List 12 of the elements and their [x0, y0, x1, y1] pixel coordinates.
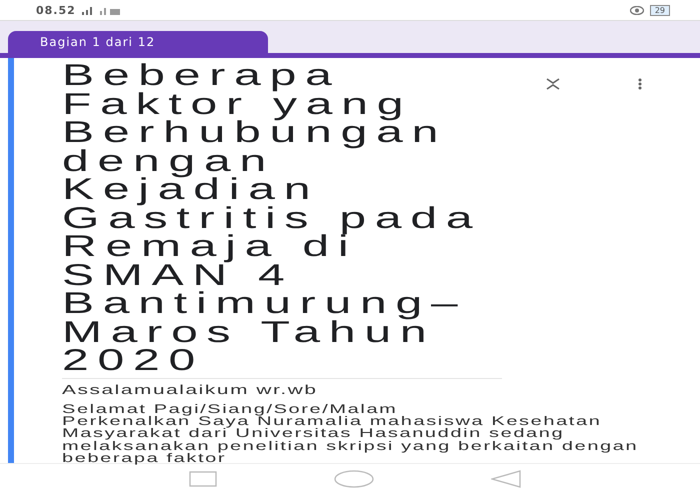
back-icon[interactable]	[491, 470, 522, 488]
status-time: 08.52	[36, 4, 76, 16]
greeting-text: Assalamualaikum wr.wb	[62, 382, 319, 396]
home-icon[interactable]	[334, 470, 374, 488]
collapse-icon[interactable]	[546, 78, 560, 90]
recent-apps-icon[interactable]	[188, 471, 217, 487]
form-title: Beberapa Faktor yang Berhubungan dengan Kejadian Gastritis pada Remaja di SMAN 4 Bantimurung–Maros Tahun 2020	[62, 62, 482, 376]
description-text: Selamat Pagi/Siang/Sore/Malam Perkenalkan Saya Nuramalia mahasiswa Kesehatan Masyarakat dari Universitas Hasanuddin sedang melaksanakan penelitian skripsi yang berkaitan dengan beberapa faktor	[62, 402, 640, 465]
battery-indicator: 29	[650, 4, 670, 16]
eye-icon	[630, 6, 644, 14]
more-icon[interactable]	[638, 78, 642, 90]
signal-icon	[82, 5, 122, 15]
